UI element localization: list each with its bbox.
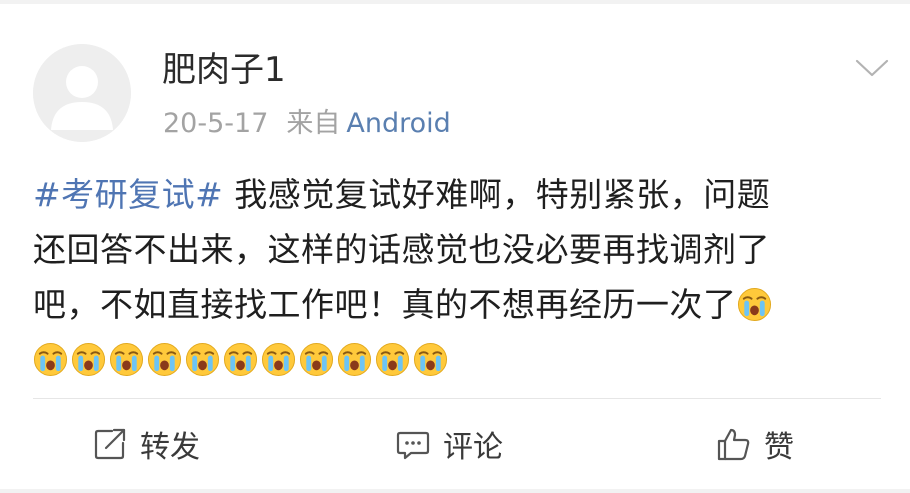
post-text-line-3: 吧，不如直接找工作吧！真的不想再经历一次了 <box>33 285 737 324</box>
source-prefix: 来自 <box>286 108 341 139</box>
crying-face-emoji <box>33 342 68 377</box>
post-meta: 20-5-17 来自 Android <box>163 106 451 142</box>
crying-face-emoji <box>185 342 220 377</box>
repost-icon <box>94 428 126 460</box>
divider <box>33 398 881 399</box>
crying-face-emoji <box>375 342 410 377</box>
like-label: 赞 <box>764 430 794 465</box>
thumbs-up-icon <box>717 428 750 461</box>
post-text-line-1: 我感觉复试好难啊，特别紧张，问题 <box>223 175 771 214</box>
post-line-2: 还回答不出来，这样的话感觉也没必要再找调剂了 <box>33 222 883 277</box>
hashtag-link[interactable]: #考研复试# <box>33 175 223 214</box>
crying-face-emoji <box>413 342 448 377</box>
crying-face-emoji <box>261 342 296 377</box>
like-button[interactable]: 赞 <box>716 422 794 466</box>
crying-face-emoji <box>223 342 258 377</box>
post-content: #考研复试# 我感觉复试好难啊，特别紧张，问题 还回答不出来，这样的话感觉也没必… <box>33 167 883 387</box>
crying-face-emoji <box>337 342 372 377</box>
crying-face-emoji <box>147 342 182 377</box>
crying-face-emoji <box>71 342 106 377</box>
repost-label: 转发 <box>140 430 200 465</box>
post-line-3: 吧，不如直接找工作吧！真的不想再经历一次了 <box>33 277 883 332</box>
chevron-down-icon[interactable] <box>854 56 890 80</box>
comment-label: 评论 <box>443 430 503 465</box>
crying-face-emoji <box>299 342 334 377</box>
post-text-line-2: 还回答不出来，这样的话感觉也没必要再找调剂了 <box>33 230 770 269</box>
weibo-post-card: 肥肉子1 20-5-17 来自 Android #考研复试# 我感觉复试好难啊，特别… <box>0 4 910 489</box>
crying-face-emoji <box>109 342 144 377</box>
avatar[interactable] <box>33 44 131 142</box>
post-line-1: #考研复试# 我感觉复试好难啊，特别紧张，问题 <box>33 167 883 222</box>
username[interactable]: 肥肉子1 <box>162 48 286 92</box>
crying-face-emoji <box>737 287 772 322</box>
post-source: Android <box>346 108 451 139</box>
action-bar: 转发 评论 赞 <box>0 414 910 474</box>
comment-button[interactable]: 评论 <box>395 422 503 466</box>
default-avatar-icon <box>33 44 131 142</box>
post-date: 20-5-17 <box>163 108 269 139</box>
emoji-row <box>33 332 883 387</box>
comment-icon <box>396 431 430 460</box>
repost-button[interactable]: 转发 <box>92 422 200 466</box>
